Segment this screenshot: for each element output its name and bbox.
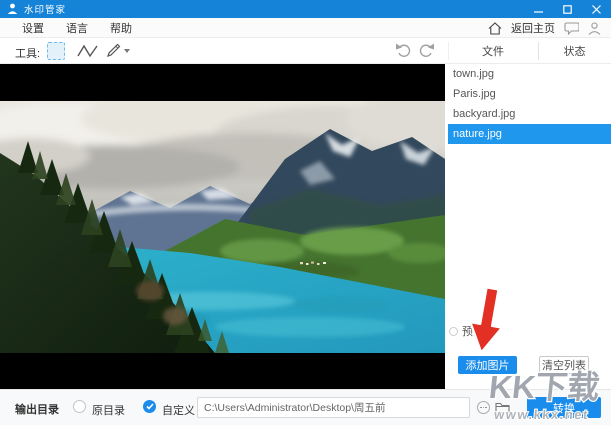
file-name: Paris.jpg (453, 88, 496, 100)
file-name: nature.jpg (453, 128, 502, 140)
menu-help[interactable]: 帮助 (110, 20, 132, 36)
radio-checked-icon[interactable] (143, 400, 156, 413)
undo-icon[interactable] (395, 43, 412, 58)
file-row-paris[interactable]: Paris.jpg (448, 84, 611, 104)
radio-unchecked-icon[interactable] (73, 400, 86, 413)
convert-button[interactable]: 转换 (527, 397, 601, 418)
home-icon[interactable] (488, 22, 502, 35)
preview-radio-icon[interactable] (449, 327, 458, 336)
menu-language[interactable]: 语言 (66, 20, 88, 36)
menu-bar: 设置 语言 帮助 返回主页 (0, 18, 611, 38)
file-column-header: 文件 (448, 38, 538, 64)
file-name: backyard.jpg (453, 108, 515, 120)
minimize-icon[interactable] (524, 0, 553, 18)
window-title: 水印管家 (24, 2, 66, 16)
file-row-nature-selected[interactable]: nature.jpg (448, 124, 611, 144)
custom-dir-radio-label[interactable]: 自定义 (162, 402, 195, 418)
output-dir-label: 输出目录 (15, 401, 59, 417)
tool-bar: 工具: 文件 状态 (0, 38, 611, 64)
clear-list-button[interactable]: 清空列表 (539, 356, 589, 374)
output-settings-bar: 输出目录 原目录 自定义 转换 (0, 389, 611, 425)
red-arrow-annotation (470, 287, 510, 359)
menu-settings[interactable]: 设置 (22, 20, 44, 36)
image-canvas[interactable] (0, 64, 445, 389)
folder-icon[interactable] (495, 401, 510, 414)
tools-label: 工具: (15, 45, 40, 61)
close-icon[interactable] (582, 0, 611, 18)
zigzag-line-icon[interactable] (77, 44, 98, 58)
chat-bubble-icon[interactable] (564, 22, 579, 35)
ellipsis-circle-icon[interactable] (477, 401, 490, 414)
file-name: town.jpg (453, 68, 494, 80)
dropdown-caret-icon[interactable] (124, 49, 130, 53)
redo-icon[interactable] (418, 43, 435, 58)
output-path-input[interactable] (197, 397, 470, 418)
title-bar: 水印管家 (0, 0, 611, 18)
loaded-photo-nature (0, 101, 445, 353)
watermark-manager-window: 水印管家 设置 语言 帮助 返回主页 (0, 0, 611, 425)
brush-icon[interactable] (105, 43, 121, 59)
maximize-icon[interactable] (553, 0, 582, 18)
marquee-select-icon[interactable] (47, 42, 65, 60)
file-row-town[interactable]: town.jpg (448, 64, 611, 84)
original-dir-radio-label[interactable]: 原目录 (92, 402, 125, 418)
user-icon[interactable] (588, 22, 601, 35)
app-logo-icon (7, 3, 18, 15)
return-home-link[interactable]: 返回主页 (511, 20, 555, 36)
status-column-header: 状态 (538, 38, 611, 64)
file-row-backyard[interactable]: backyard.jpg (448, 104, 611, 124)
